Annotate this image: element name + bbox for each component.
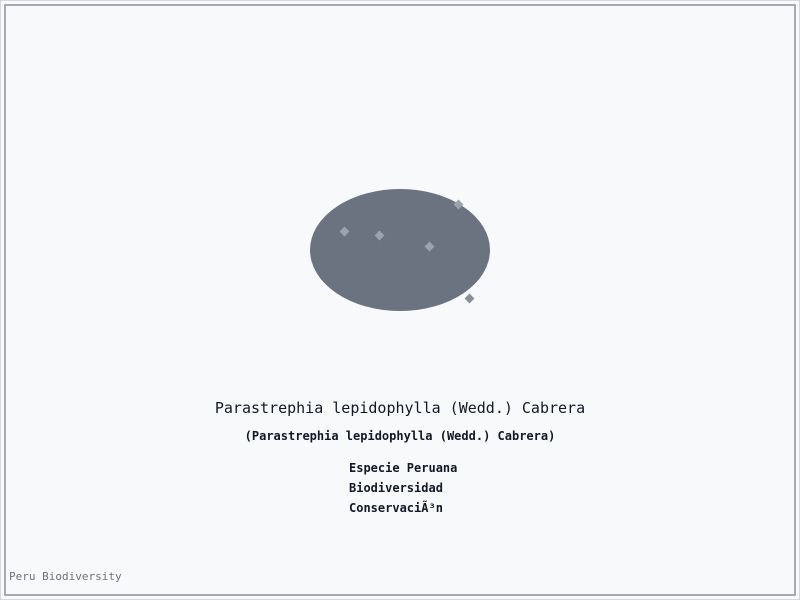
- tag-item-conservacion: ConservaciÃ³n: [349, 501, 443, 515]
- species-subtitle: (Parastrephia lepidophylla (Wedd.) Cabre…: [244, 429, 556, 443]
- species-title: Parastrephia lepidophylla (Wedd.) Cabrer…: [214, 399, 586, 417]
- occurrence-marker: [464, 293, 475, 304]
- tag-item-biodiversidad: Biodiversidad: [349, 481, 443, 495]
- footer-credit: Peru Biodiversity: [9, 570, 122, 583]
- distribution-area: [310, 189, 490, 311]
- species-card: Parastrephia lepidophylla (Wedd.) Cabrer…: [0, 0, 800, 600]
- tag-list: Especie Peruana Biodiversidad Conservaci…: [349, 458, 457, 518]
- species-distribution-blob-icon: [310, 189, 490, 311]
- tag-item-especie-peruana: Especie Peruana: [349, 461, 458, 475]
